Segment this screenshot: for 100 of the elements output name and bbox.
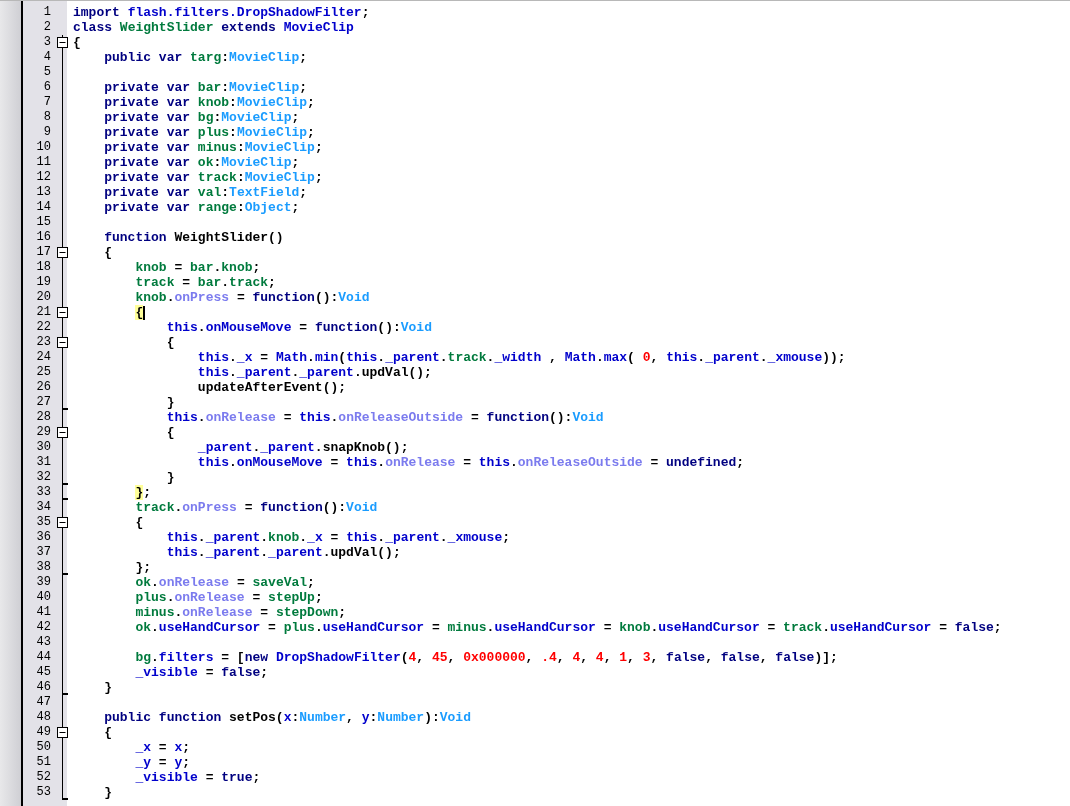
code-line: _y = y; [134, 755, 191, 770]
code-line: this._parent._parent.updVal(); [196, 365, 432, 380]
line-number: 41 [35, 605, 52, 620]
line-number: 9 [42, 125, 52, 140]
code-line: bg.filters = [new DropShadowFilter(4, 45, 0x000000, .4, 4, 4, 1, 3, false, false, false)]; [134, 650, 838, 665]
line-number: 8 [42, 110, 52, 125]
code-line: function WeightSlider() [103, 230, 284, 245]
fold-toggle-icon[interactable] [57, 247, 68, 258]
line-number: 45 [35, 665, 52, 680]
line-number: 40 [35, 590, 52, 605]
code-line: updateAfterEvent(); [196, 380, 347, 395]
line-number: 3 [42, 35, 52, 50]
code-line: this._x = Math.min(this._parent.track._width , Math.max( 0, this._parent._xmouse)); [196, 350, 846, 365]
line-number: 32 [35, 470, 52, 485]
line-number: 16 [35, 230, 52, 245]
line-number: 33 [35, 485, 52, 500]
line-number: 18 [35, 260, 52, 275]
code-line: } [165, 470, 175, 485]
line-number: 15 [35, 215, 52, 230]
fold-toggle-icon[interactable] [57, 427, 68, 438]
line-number: 46 [35, 680, 52, 695]
code-line: knob.onPress = function():Void [134, 290, 370, 305]
line-number: 36 [35, 530, 52, 545]
line-number: 34 [35, 500, 52, 515]
line-number: 26 [35, 380, 52, 395]
code-line: private var bar:MovieClip; [103, 80, 308, 95]
code-line: public function setPos(x:Number, y:Number):Void [103, 710, 471, 725]
line-number: 44 [35, 650, 52, 665]
line-number: 53 [35, 785, 52, 800]
line-number: 50 [35, 740, 52, 755]
line-number: 25 [35, 365, 52, 380]
code-line: } [103, 680, 113, 695]
line-number: 10 [35, 140, 52, 155]
fold-toggle-icon[interactable] [57, 337, 68, 348]
code-line: public var targ:MovieClip; [103, 50, 308, 65]
line-number: 49 [35, 725, 52, 740]
fold-toggle-icon[interactable] [57, 727, 68, 738]
code-line: _parent._parent.snapKnob(); [196, 440, 409, 455]
line-number: 30 [35, 440, 52, 455]
line-number: 6 [42, 80, 52, 95]
code-line: ok.useHandCursor = plus.useHandCursor = minus.useHandCursor = knob.useHandCursor = track.useHandCursor = false; [134, 620, 1002, 635]
line-number: 21 [35, 305, 52, 320]
code-line: private var val:TextField; [103, 185, 308, 200]
line-number: 52 [35, 770, 52, 785]
fold-toggle-icon[interactable] [57, 37, 68, 48]
code-line: track.onPress = function():Void [134, 500, 378, 515]
line-number: 17 [35, 245, 52, 260]
code-line: { [134, 515, 144, 530]
line-number: 2 [42, 20, 52, 35]
code-line: private var track:MovieClip; [103, 170, 323, 185]
line-number: 28 [35, 410, 52, 425]
fold-toggle-icon[interactable] [57, 307, 68, 318]
line-number: 5 [42, 65, 52, 80]
line-number: 19 [35, 275, 52, 290]
code-line: this.onMouseMove = this.onRelease = this.onReleaseOutside = undefined; [196, 455, 745, 470]
line-number: 11 [35, 155, 52, 170]
line-number: 13 [35, 185, 52, 200]
code-line: } [103, 785, 113, 800]
line-number: 42 [35, 620, 52, 635]
line-number: 1 [42, 5, 52, 20]
code-line: knob = bar.knob; [134, 260, 261, 275]
line-number: 39 [35, 575, 52, 590]
line-number: 47 [35, 695, 52, 710]
code-line: this.onRelease = this.onReleaseOutside = function():Void [165, 410, 604, 425]
code-line: this.onMouseMove = function():Void [165, 320, 432, 335]
line-number: 22 [35, 320, 52, 335]
line-number: 20 [35, 290, 52, 305]
line-number: 29 [35, 425, 52, 440]
line-number: 37 [35, 545, 52, 560]
line-number: 51 [35, 755, 52, 770]
code-line: { [72, 35, 81, 50]
code-line: _x = x; [134, 740, 191, 755]
code-line: { [165, 425, 175, 440]
line-number: 12 [35, 170, 52, 185]
line-number: 23 [35, 335, 52, 350]
line-number: 35 [35, 515, 52, 530]
line-number: 38 [35, 560, 52, 575]
code-line: minus.onRelease = stepDown; [134, 605, 347, 620]
code-line: ok.onRelease = saveVal; [134, 575, 315, 590]
code-line: private var minus:MovieClip; [103, 140, 323, 155]
code-line: track = bar.track; [134, 275, 276, 290]
fold-toggle-icon[interactable] [57, 517, 68, 528]
line-number: 7 [42, 95, 52, 110]
line-number: 48 [35, 710, 52, 725]
code-line: import flash.filters.DropShadowFilter; [72, 5, 370, 20]
code-line: private var bg:MovieClip; [103, 110, 300, 125]
code-line: private var knob:MovieClip; [103, 95, 315, 110]
code-line: _visible = false; [134, 665, 269, 680]
code-line: }; [134, 560, 152, 575]
code-line: { [103, 245, 113, 260]
code-line: _visible = true; [134, 770, 261, 785]
line-number: 31 [35, 455, 52, 470]
code-line: } [165, 395, 175, 410]
code-line: { [103, 725, 113, 740]
code-line: this._parent.knob._x = this._parent._xmouse; [165, 530, 510, 545]
line-number: 4 [42, 50, 52, 65]
line-number: 14 [35, 200, 52, 215]
code-line: private var ok:MovieClip; [103, 155, 300, 170]
line-number: 27 [35, 395, 52, 410]
line-number: 24 [35, 350, 52, 365]
